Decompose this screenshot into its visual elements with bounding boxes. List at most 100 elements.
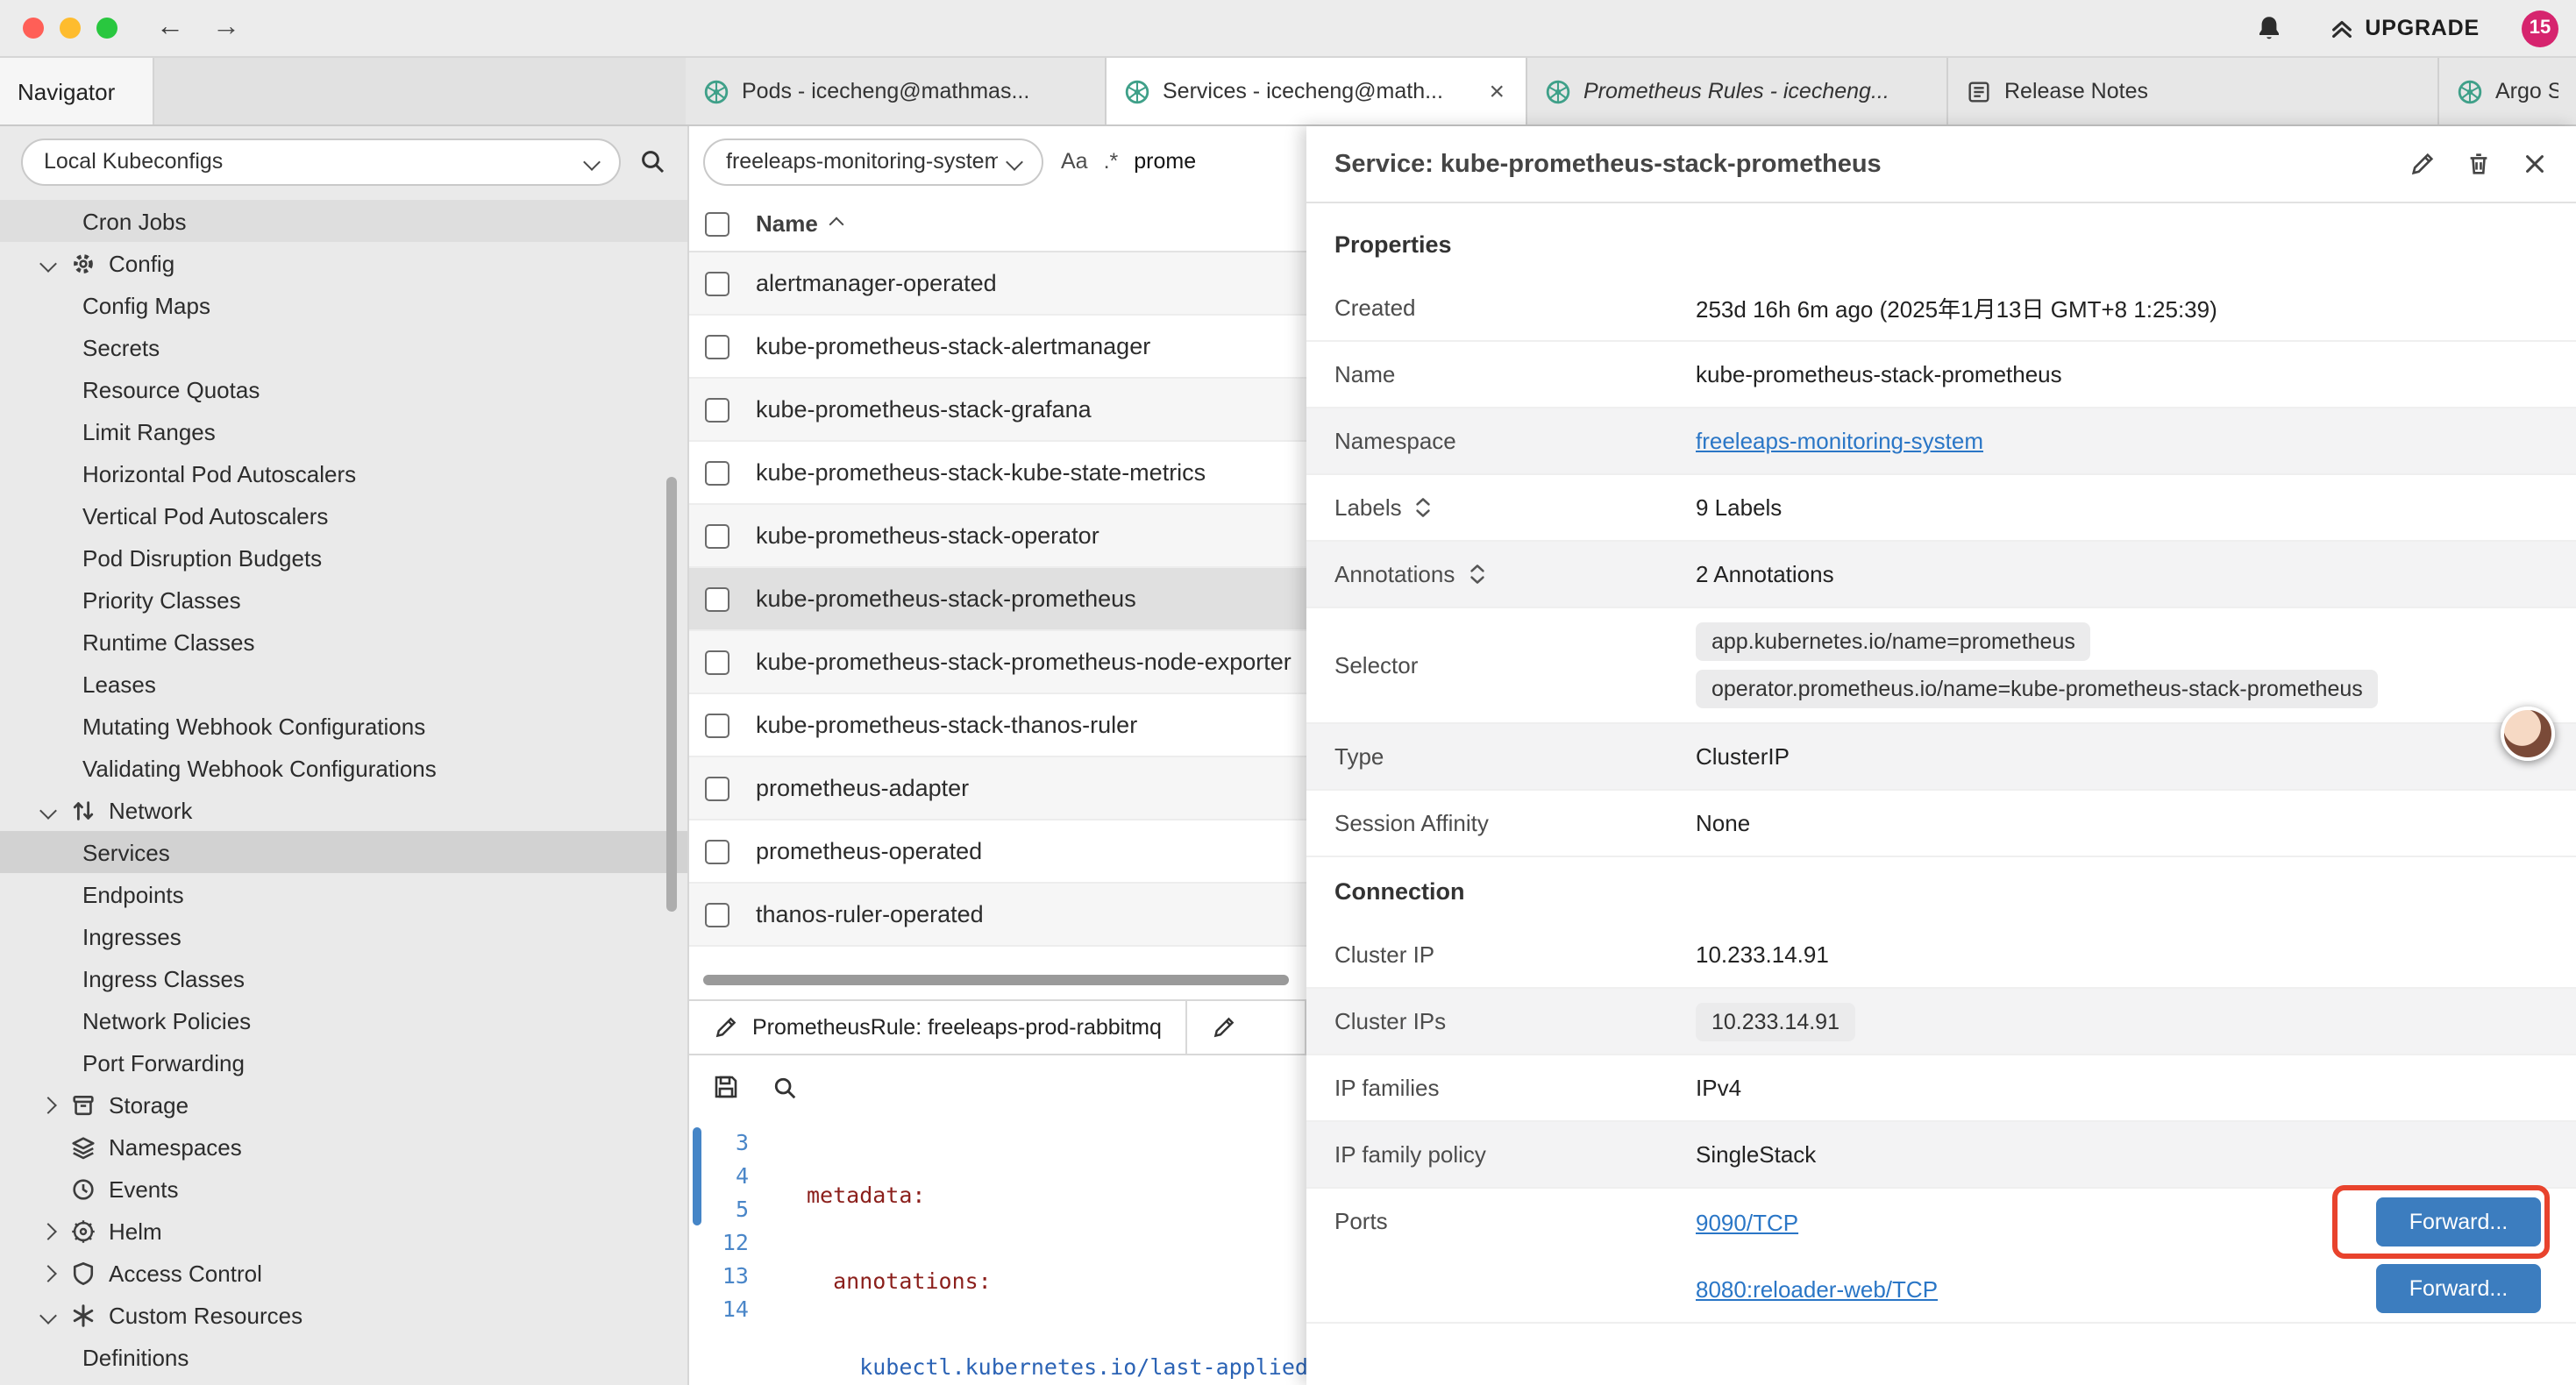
sidebar-item-leases[interactable]: Leases [0,663,687,705]
dock-tab-partial[interactable] [1188,1001,1306,1054]
sidebar-item-secrets[interactable]: Secrets [0,326,687,368]
row-checkbox[interactable] [705,902,729,927]
row-checkbox[interactable] [705,586,729,611]
close-tab-icon[interactable]: × [1485,76,1508,106]
sidebar-item-custom-resources[interactable]: Custom Resources [0,1294,687,1336]
notifications-bell-icon[interactable] [2254,14,2282,42]
table-row[interactable]: kube-prometheus-stack-prometheus-node-ex… [689,631,1306,694]
table-row[interactable]: kube-prometheus-stack-operator [689,505,1306,568]
upgrade-button[interactable]: UPGRADE [2328,15,2480,41]
row-checkbox[interactable] [705,397,729,422]
navigator-panel-tab[interactable]: Navigator [0,58,154,124]
tab-prometheus-rules[interactable]: Prometheus Rules - icecheng... [1527,58,1948,124]
match-case-toggle[interactable]: Aa [1061,149,1088,174]
user-avatar[interactable] [2501,707,2555,761]
sidebar-item-network[interactable]: Network [0,789,687,831]
table-row-selected[interactable]: kube-prometheus-stack-prometheus [689,568,1306,631]
unfold-icon[interactable] [1467,563,1486,586]
sidebar-item-helm[interactable]: Helm [0,1210,687,1252]
scrollbar-thumb[interactable] [703,975,1289,985]
row-checkbox[interactable] [705,713,729,737]
sidebar-item-definitions[interactable]: Definitions [0,1336,687,1378]
table-row[interactable]: kube-prometheus-stack-alertmanager [689,316,1306,379]
save-icon[interactable] [712,1073,740,1101]
sidebar-item-events[interactable]: Events [0,1168,687,1210]
tab-argo[interactable]: Argo S [2439,58,2576,124]
kubeconfig-selector[interactable]: Local Kubeconfigs [21,138,621,185]
sidebar-item-ingress-classes[interactable]: Ingress Classes [0,957,687,999]
search-icon[interactable] [638,147,666,175]
close-window-button[interactable] [23,18,44,39]
sidebar-item-resource-quotas[interactable]: Resource Quotas [0,368,687,410]
sidebar-item-priority-classes[interactable]: Priority Classes [0,579,687,621]
dock-tab-prometheusrule[interactable]: PrometheusRule: freeleaps-prod-rabbitmq [689,1001,1188,1054]
sidebar-item-port-forwarding[interactable]: Port Forwarding [0,1041,687,1083]
sidebar-item-limit-ranges[interactable]: Limit Ranges [0,410,687,452]
row-checkbox[interactable] [705,271,729,295]
port-link[interactable]: 9090/TCP [1696,1209,1798,1235]
back-button[interactable]: ← [156,14,184,42]
sidebar-item-namespaces[interactable]: Namespaces [0,1126,687,1168]
namespace-selector[interactable]: freeleaps-monitoring-system [703,138,1043,185]
sidebar-item-label: Cron Jobs [82,208,187,234]
table-row[interactable]: alertmanager-operated [689,252,1306,316]
sidebar-item-mutating-webhook-configurations[interactable]: Mutating Webhook Configurations [0,705,687,747]
sidebar-item-runtime-classes[interactable]: Runtime Classes [0,621,687,663]
row-checkbox[interactable] [705,776,729,800]
minimize-window-button[interactable] [60,18,81,39]
sidebar-item-label: Events [109,1175,179,1202]
select-all-checkbox[interactable] [705,211,729,236]
sidebar-item-config[interactable]: Config [0,242,687,284]
delete-trash-icon[interactable] [2466,151,2492,177]
port-link[interactable]: 8080:reloader-web/TCP [1696,1275,1938,1302]
row-checkbox[interactable] [705,460,729,485]
tab-pods[interactable]: Pods - icecheng@mathmas... [686,58,1107,124]
table-search-input[interactable]: Aa .* prome [1061,149,1292,174]
search-icon[interactable] [772,1074,798,1100]
sidebar-item-services[interactable]: Services [0,831,687,873]
sidebar-item-vertical-pod-autoscalers[interactable]: Vertical Pod Autoscalers [0,494,687,536]
property-row-cluster-ips: Cluster IPs 10.233.14.91 [1306,989,2576,1055]
sidebar-item-config-maps[interactable]: Config Maps [0,284,687,326]
column-header-name[interactable]: Name [756,210,843,237]
table-row[interactable]: kube-prometheus-stack-grafana [689,379,1306,442]
sidebar-scrollbar[interactable] [666,477,677,912]
tab-services[interactable]: Services - icecheng@math... × [1107,58,1527,124]
notification-count-badge[interactable]: 15 [2522,10,2558,46]
row-checkbox[interactable] [705,839,729,863]
namespace-link[interactable]: freeleaps-monitoring-system [1696,428,1983,454]
table-row[interactable]: kube-prometheus-stack-thanos-ruler [689,694,1306,757]
kubernetes-icon [1545,78,1571,104]
sidebar-item-cron-jobs[interactable]: Cron Jobs [0,200,687,242]
sidebar-item-ingresses[interactable]: Ingresses [0,915,687,957]
row-checkbox[interactable] [705,334,729,359]
forward-button[interactable]: Forward... [2376,1264,2541,1313]
table-row[interactable]: kube-prometheus-stack-kube-state-metrics [689,442,1306,505]
edit-icon[interactable] [2409,151,2436,177]
row-checkbox[interactable] [705,650,729,674]
search-query-text: prome [1134,149,1196,174]
table-row[interactable]: prometheus-operated [689,820,1306,884]
row-checkbox[interactable] [705,523,729,548]
sidebar-item-label: Network [109,797,192,823]
tab-release-notes[interactable]: Release Notes [1948,58,2439,124]
close-icon[interactable] [2522,151,2548,177]
forward-nav-button[interactable]: → [212,14,240,42]
sidebar-item-validating-webhook-configurations[interactable]: Validating Webhook Configurations [0,747,687,789]
forward-button[interactable]: Forward... [2376,1197,2541,1246]
yaml-editor[interactable]: 3 4 5 12 13 14 metadata: annotations: ku… [689,1119,1306,1385]
chevron-right-icon [39,1225,56,1237]
table-row[interactable]: thanos-ruler-operated [689,884,1306,947]
zoom-window-button[interactable] [96,18,117,39]
table-row[interactable]: prometheus-adapter [689,757,1306,820]
sidebar-item-network-policies[interactable]: Network Policies [0,999,687,1041]
chevron-right-icon [39,1267,56,1279]
sidebar-item-horizontal-pod-autoscalers[interactable]: Horizontal Pod Autoscalers [0,452,687,494]
unfold-icon[interactable] [1414,496,1434,519]
sidebar-item-storage[interactable]: Storage [0,1083,687,1126]
sidebar-item-endpoints[interactable]: Endpoints [0,873,687,915]
sidebar-item-access-control[interactable]: Access Control [0,1252,687,1294]
regex-toggle[interactable]: .* [1104,149,1119,174]
horizontal-scrollbar[interactable] [689,975,1306,985]
sidebar-item-pod-disruption-budgets[interactable]: Pod Disruption Budgets [0,536,687,579]
